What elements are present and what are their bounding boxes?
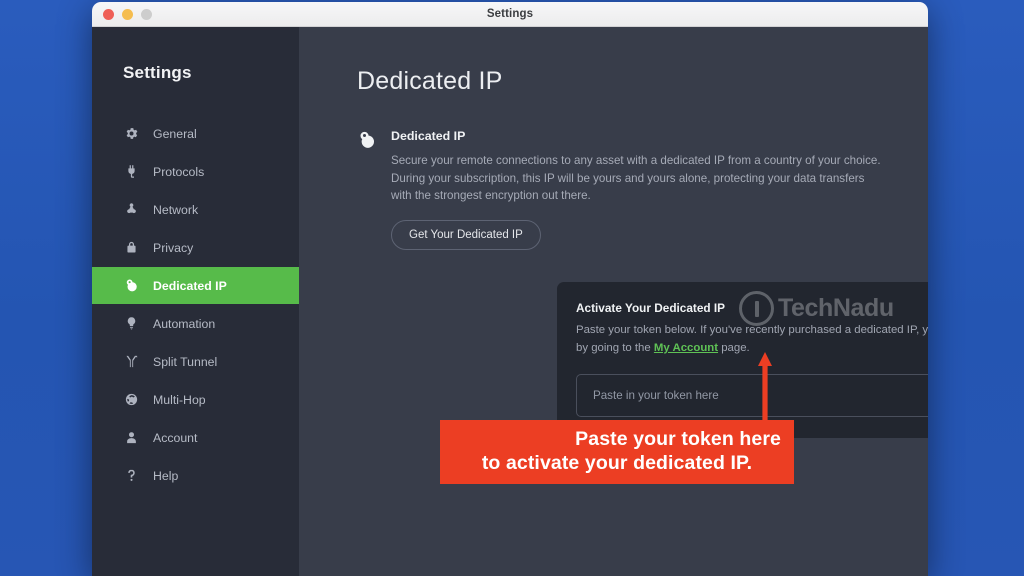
sidebar-item-network[interactable]: Network bbox=[92, 191, 299, 228]
dedicated-ip-icon bbox=[357, 130, 377, 150]
dedicated-ip-intro: Dedicated IP Secure your remote connecti… bbox=[357, 129, 887, 250]
sidebar-item-privacy[interactable]: Privacy bbox=[92, 229, 299, 266]
annotation-callout: Paste your token here to activate your d… bbox=[440, 420, 794, 485]
main-content: Dedicated IP Dedicated IP Secure your re… bbox=[299, 27, 928, 576]
sidebar-item-label: Automation bbox=[153, 316, 216, 331]
sidebar-item-label: Split Tunnel bbox=[153, 354, 218, 369]
sidebar-item-label: Help bbox=[153, 468, 179, 483]
lock-icon bbox=[123, 239, 140, 256]
sidebar-title: Settings bbox=[123, 63, 192, 82]
sidebar-item-automation[interactable]: Automation bbox=[92, 305, 299, 342]
sidebar-item-label: Multi-Hop bbox=[153, 392, 206, 407]
activate-description-part2: page. bbox=[718, 341, 750, 354]
get-your-dedicated-ip-button[interactable]: Get Your Dedicated IP bbox=[391, 219, 541, 250]
plug-icon bbox=[123, 163, 140, 180]
sidebar-item-label: Network bbox=[153, 202, 199, 217]
question-icon bbox=[123, 467, 140, 484]
activate-panel-title: Activate Your Dedicated IP bbox=[576, 301, 726, 315]
activate-description-part1: Paste your token below. If you've recent… bbox=[576, 324, 928, 354]
person-icon bbox=[123, 429, 140, 446]
gear-icon bbox=[123, 125, 140, 142]
sidebar-item-label: General bbox=[153, 126, 197, 141]
page-title: Dedicated IP bbox=[357, 67, 503, 95]
sidebar-item-help[interactable]: Help bbox=[92, 457, 299, 494]
app-body: Settings General Protocols Network Priva… bbox=[92, 27, 928, 576]
window-title: Settings bbox=[486, 8, 534, 20]
sidebar: Settings General Protocols Network Priva… bbox=[92, 27, 299, 576]
globe-icon bbox=[123, 391, 140, 408]
activate-panel-description: Paste your token below. If you've recent… bbox=[576, 322, 928, 357]
settings-window: Settings Settings General Protocols Netw… bbox=[92, 2, 928, 576]
my-account-link[interactable]: My Account bbox=[654, 342, 718, 354]
token-input[interactable] bbox=[593, 389, 928, 403]
sidebar-item-label: Account bbox=[153, 430, 198, 445]
annotation-line-1: Paste your token here bbox=[575, 428, 781, 450]
sidebar-item-account[interactable]: Account bbox=[92, 419, 299, 456]
sidebar-item-protocols[interactable]: Protocols bbox=[92, 153, 299, 190]
intro-description: Secure your remote connections to any as… bbox=[391, 154, 881, 203]
intro-title: Dedicated IP bbox=[391, 129, 466, 143]
bulb-icon bbox=[123, 315, 140, 332]
dedicated-ip-icon bbox=[123, 277, 140, 294]
token-input-row: Activate bbox=[576, 374, 928, 418]
annotation-line-2: to activate your dedicated IP. bbox=[481, 452, 753, 475]
sidebar-item-label: Dedicated IP bbox=[153, 278, 227, 293]
sidebar-item-split-tunnel[interactable]: Split Tunnel bbox=[92, 343, 299, 380]
sidebar-item-label: Protocols bbox=[153, 164, 205, 179]
sidebar-item-general[interactable]: General bbox=[92, 115, 299, 152]
split-tunnel-icon bbox=[123, 353, 140, 370]
activate-dedicated-ip-panel: Activate Your Dedicated IP Paste your to… bbox=[557, 282, 928, 439]
sidebar-item-multi-hop[interactable]: Multi-Hop bbox=[92, 381, 299, 418]
sidebar-item-dedicated-ip[interactable]: Dedicated IP bbox=[92, 267, 299, 304]
network-icon bbox=[123, 201, 140, 218]
sidebar-item-label: Privacy bbox=[153, 240, 194, 255]
window-titlebar: Settings bbox=[92, 2, 928, 27]
